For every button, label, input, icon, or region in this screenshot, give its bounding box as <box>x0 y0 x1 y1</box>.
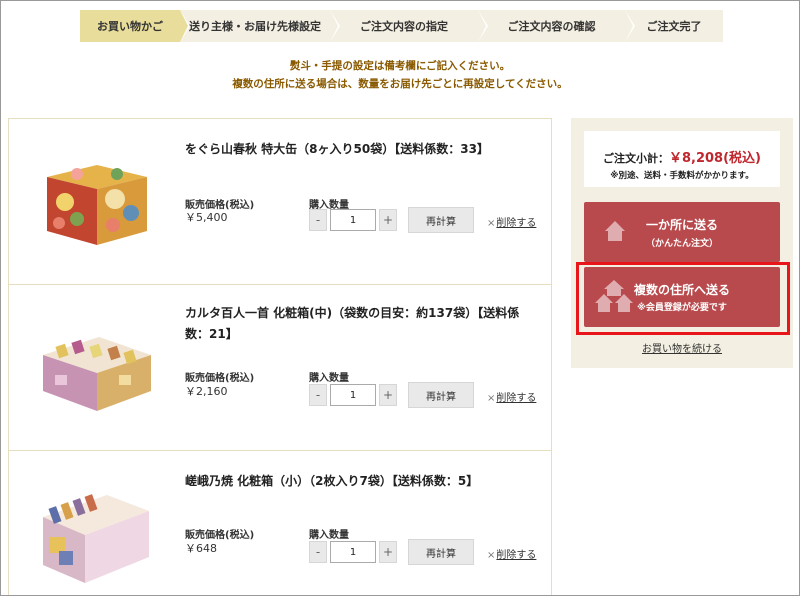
delete-label: 削除する <box>496 218 537 229</box>
quantity-label: 購入数量 <box>309 373 349 384</box>
quantity-label: 購入数量 <box>309 530 349 541</box>
notice-line-2: 複数の住所に送る場合は、数量をお届け先ごとに再設定してください。 <box>232 78 568 90</box>
delete-link[interactable]: ×削除する <box>487 546 536 561</box>
price-label: 販売価格(税込) <box>185 530 255 541</box>
notice-line-1: 熨斗・手提の設定は備考欄にご記入ください。 <box>289 60 511 72</box>
product-price: ￥2,160 <box>185 385 228 398</box>
step-label: ご注文完了 <box>646 20 702 33</box>
subtotal-box: ご注文小計：￥8,208(税込) ※別途、送料・手数料がかかります。 <box>584 131 780 187</box>
step-label: ご注文内容の指定 <box>360 20 448 33</box>
quantity-input[interactable]: 1 <box>330 541 376 563</box>
product-image-karuta-box <box>43 337 151 411</box>
delete-label: 削除する <box>496 393 537 404</box>
product-image-ogura-can <box>47 165 147 245</box>
quantity-plus-button[interactable]: + <box>379 541 397 563</box>
delete-x-icon: × <box>487 218 496 229</box>
product-title: 嵯峨乃焼 化粧箱（小）（2枚入り7袋）【送料係数：5】 <box>185 474 479 488</box>
quantity-minus-button[interactable]: - <box>309 384 327 406</box>
cart-item: をぐら山春秋 特大缶（8ヶ入り50袋）【送料係数：33】 販売価格(税込) ￥5… <box>9 119 551 285</box>
cart-item: カルタ百人一首 化粧箱(中)（袋数の目安：約137袋）【送料係数：21】 販売価… <box>9 285 551 451</box>
quantity-stepper: - 1 + <box>309 209 397 231</box>
product-image-saganoyaki-box <box>43 494 149 583</box>
quantity-plus-button[interactable]: + <box>379 384 397 406</box>
delete-x-icon: × <box>487 393 496 404</box>
highlight-box <box>576 262 790 335</box>
quantity-minus-button[interactable]: - <box>309 209 327 231</box>
product-title: カルタ百人一首 化粧箱(中)（袋数の目安：約137袋）【送料係数：21】 <box>185 306 520 341</box>
quantity-input[interactable]: 1 <box>330 384 376 406</box>
subtotal-note: ※別途、送料・手数料がかかります。 <box>610 171 754 181</box>
subtotal-label: ご注文小計： <box>602 152 669 165</box>
step-cart: お買い物かご <box>80 10 190 42</box>
step-label: ご注文内容の確認 <box>507 20 596 33</box>
ship-single-address-button[interactable]: 一か所に送る （かんたん注文） <box>584 202 780 262</box>
recalculate-button[interactable]: 再計算 <box>408 539 474 565</box>
single-address-sub: （かんたん注文） <box>645 239 718 249</box>
single-address-label: 一か所に送る <box>645 218 718 232</box>
step-label: 送り主様・お届け先様設定 <box>189 20 321 33</box>
product-price: ￥648 <box>185 542 217 555</box>
delete-label: 削除する <box>496 550 537 561</box>
delete-link[interactable]: ×削除する <box>487 214 536 229</box>
quantity-stepper: - 1 + <box>309 384 397 406</box>
step-label: お買い物かご <box>97 20 163 33</box>
delete-x-icon: × <box>487 550 496 561</box>
step-confirm: ご注文内容の確認 <box>478 10 635 42</box>
step-complete: ご注文完了 <box>625 10 723 42</box>
cart-item: 嵯峨乃焼 化粧箱（小）（2枚入り7袋）【送料係数：5】 販売価格(税込) ￥64… <box>9 451 551 596</box>
product-title: をぐら山春秋 特大缶（8ヶ入り50袋）【送料係数：33】 <box>185 142 489 156</box>
step-order-options: ご注文内容の指定 <box>330 10 488 42</box>
recalculate-button[interactable]: 再計算 <box>408 382 474 408</box>
product-price: ￥5,400 <box>185 211 228 224</box>
quantity-stepper: - 1 + <box>309 541 397 563</box>
price-label: 販売価格(税込) <box>185 373 255 384</box>
quantity-input[interactable]: 1 <box>330 209 376 231</box>
cart-item-list: をぐら山春秋 特大缶（8ヶ入り50袋）【送料係数：33】 販売価格(税込) ￥5… <box>8 118 552 596</box>
quantity-plus-button[interactable]: + <box>379 209 397 231</box>
subtotal-amount: ￥8,208(税込) <box>668 151 761 166</box>
step-sender-recipient: 送り主様・お届け先様設定 <box>180 10 340 42</box>
delete-link[interactable]: ×削除する <box>487 389 536 404</box>
checkout-steps: お買い物かご 送り主様・お届け先様設定 ご注文内容の指定 ご注文内容の確認 ご注… <box>80 10 723 42</box>
recalculate-button[interactable]: 再計算 <box>408 207 474 233</box>
quantity-minus-button[interactable]: - <box>309 541 327 563</box>
continue-shopping-link[interactable]: お買い物を続ける <box>571 340 793 355</box>
